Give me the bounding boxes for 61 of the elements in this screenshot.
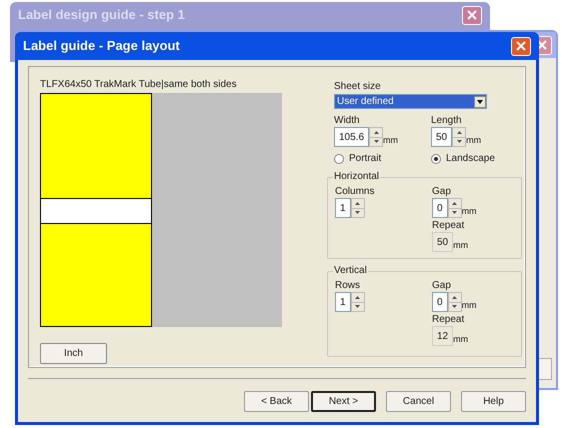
radio-button[interactable]: [334, 154, 344, 164]
down-arrow-icon: [456, 140, 462, 144]
up-arrow-icon: [374, 130, 379, 134]
field-label: Columns: [335, 186, 376, 198]
close-icon: [537, 40, 547, 50]
radio-label: Landscape: [446, 152, 495, 166]
dialog-button[interactable]: Next >: [311, 391, 376, 412]
read-only-field: 12: [432, 326, 454, 346]
number-field[interactable]: 0: [432, 292, 448, 312]
close-button[interactable]: [511, 36, 531, 56]
field-label: Repeat: [432, 314, 466, 326]
number-field[interactable]: 105.6: [334, 127, 370, 147]
read-only-field: 50: [432, 232, 454, 252]
spin-buttons[interactable]: [452, 127, 466, 147]
spin-buttons[interactable]: [448, 198, 462, 218]
spin-buttons[interactable]: [350, 292, 365, 312]
radio-label: Portrait: [349, 152, 382, 166]
window-title: Label design guide - step 1: [18, 6, 185, 24]
down-arrow-icon: [355, 305, 360, 308]
close-button[interactable]: [462, 6, 482, 24]
button[interactable]: [538, 358, 552, 380]
field-label: Gap: [432, 186, 452, 198]
number-field[interactable]: 50: [431, 127, 452, 147]
up-arrow-icon: [355, 202, 360, 205]
unit-label: mm: [383, 134, 398, 146]
up-arrow-icon: [452, 296, 458, 299]
spin-buttons[interactable]: [350, 198, 365, 218]
up-arrow-icon: [452, 202, 458, 205]
inch-button[interactable]: Inch: [40, 343, 107, 364]
field-label: Length: [431, 115, 463, 127]
field-label: Sheet size: [334, 81, 382, 93]
radio-button[interactable]: [431, 154, 441, 164]
dropdown-arrow-icon: [477, 100, 483, 104]
unit-label: mm: [453, 238, 468, 252]
spin-buttons[interactable]: [448, 292, 462, 312]
field-label: Rows: [335, 280, 362, 292]
close-icon: [516, 41, 526, 51]
sheet-size-dropdown[interactable]: User defined: [334, 94, 487, 109]
down-arrow-icon: [452, 305, 458, 308]
number-field[interactable]: 1: [335, 198, 351, 218]
spin-buttons[interactable]: [369, 127, 384, 147]
unit-label: mm: [453, 332, 468, 346]
window-title: Label guide - Page layout: [23, 37, 180, 56]
dialog-button[interactable]: < Back: [244, 391, 309, 412]
dialog-button[interactable]: Cancel: [386, 391, 451, 412]
dialog-button[interactable]: Help: [461, 391, 526, 412]
down-arrow-icon: [374, 140, 379, 144]
field-label: Repeat: [432, 220, 466, 232]
up-arrow-icon: [456, 130, 462, 134]
down-arrow-icon: [355, 211, 360, 214]
down-arrow-icon: [452, 211, 458, 214]
up-arrow-icon: [355, 296, 360, 299]
unit-label: mm: [462, 298, 477, 312]
field-label: Width: [334, 115, 361, 127]
number-field[interactable]: 0: [432, 198, 448, 218]
field-label: Gap: [432, 280, 452, 292]
preview-caption: TLFX64x50 TrakMark Tube|same both sides: [40, 79, 238, 91]
number-field[interactable]: 1: [335, 292, 351, 312]
unit-label: mm: [466, 134, 482, 146]
unit-label: mm: [462, 204, 477, 218]
close-icon: [467, 10, 477, 20]
